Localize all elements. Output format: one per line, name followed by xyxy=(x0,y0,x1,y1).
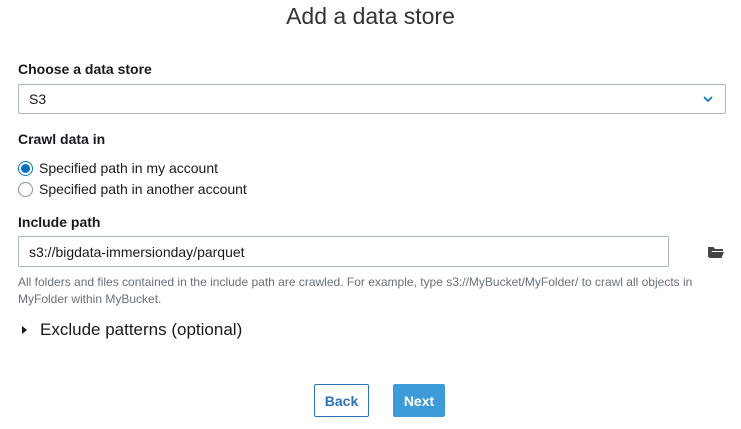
chevron-down-icon xyxy=(703,96,713,103)
next-button[interactable]: Next xyxy=(393,384,445,417)
radio-label-my-account: Specified path in my account xyxy=(39,160,218,176)
data-store-label: Choose a data store xyxy=(18,61,152,77)
data-store-selected-value: S3 xyxy=(29,91,47,107)
radio-option-my-account[interactable]: Specified path in my account xyxy=(18,158,218,178)
exclude-patterns-expander[interactable]: Exclude patterns (optional) xyxy=(20,320,242,340)
radio-label-another-account: Specified path in another account xyxy=(39,181,247,197)
radio-button-unchecked[interactable] xyxy=(18,181,33,197)
include-path-input[interactable] xyxy=(18,236,669,267)
back-button[interactable]: Back xyxy=(314,384,369,417)
caret-right-icon xyxy=(22,326,27,334)
folder-open-icon[interactable] xyxy=(707,244,725,260)
radio-option-another-account[interactable]: Specified path in another account xyxy=(18,179,247,199)
data-store-select[interactable]: S3 xyxy=(18,84,726,114)
radio-button-checked[interactable] xyxy=(18,160,33,176)
include-path-hint: All folders and files contained in the i… xyxy=(18,275,693,306)
exclude-patterns-label: Exclude patterns (optional) xyxy=(40,320,243,339)
include-path-label: Include path xyxy=(18,214,101,230)
crawl-data-label: Crawl data in xyxy=(18,131,106,147)
page-title: Add a data store xyxy=(286,3,455,29)
